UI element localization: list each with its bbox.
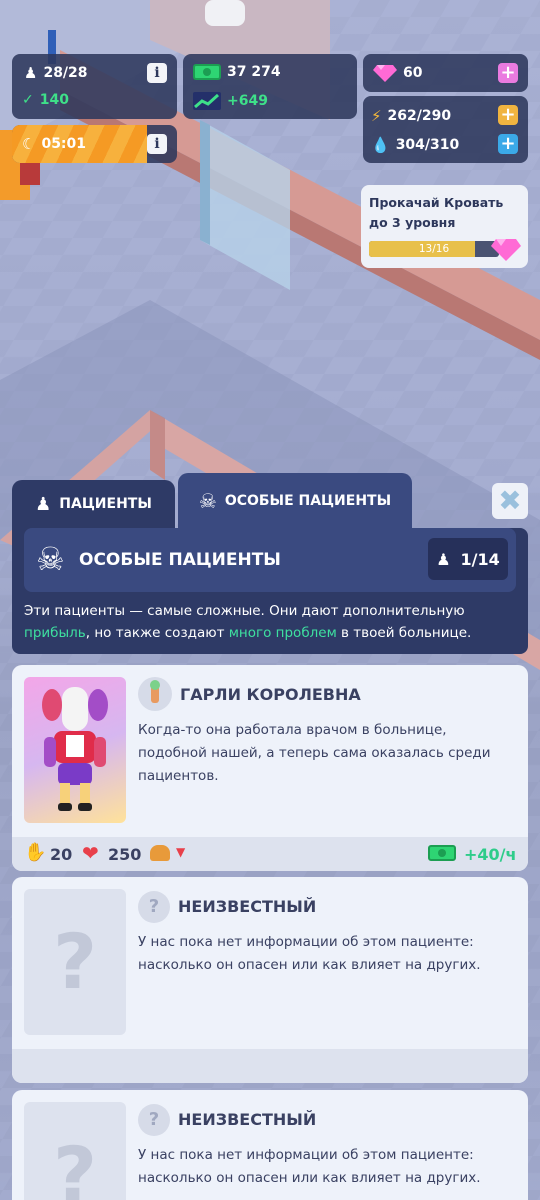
tab-special-label: ОСОБЫЕ ПАЦИЕНТЫ	[224, 492, 392, 509]
unknown-icon: ?	[138, 1104, 170, 1136]
income-value: +40/ч	[464, 845, 517, 864]
patient-card[interactable]: ГАРЛИ КОРОЛЕВНА Когда-то она работала вр…	[12, 665, 528, 871]
tab-special-patients[interactable]: ☠ ОСОБЫЕ ПАЦИЕНТЫ	[178, 473, 412, 528]
quest-card[interactable]: Прокачай Кровать до 3 уровня 13/16	[361, 185, 528, 268]
patient-icon: ♟	[24, 64, 38, 82]
header-title-bar: ☠ ОСОБЫЕ ПАЦИЕНТЫ ♟ 1/14	[24, 528, 516, 592]
money-row: 37 274	[193, 64, 281, 80]
timer-value: 05:01	[41, 136, 87, 152]
patients-count: 28/28	[43, 65, 88, 81]
event-timer-hud[interactable]: ☾ 05:01 i	[12, 125, 177, 163]
desc-text-1: Эти пациенты — самые сложные. Они дают д…	[24, 603, 465, 619]
resources-hud: ⚡ 262/290 💧 304/310 + +	[363, 96, 528, 163]
patients-count-row: ♟ 28/28	[24, 64, 88, 82]
stat-health-value: 250	[108, 845, 142, 864]
tab-patients-label: ПАЦИЕНТЫ	[59, 496, 152, 512]
arrow-down-icon: ▼	[176, 845, 186, 859]
buy-water-button[interactable]: +	[498, 134, 518, 154]
patient-name: НЕИЗВЕСТНЫЙ	[178, 897, 317, 916]
desc-highlight-profit: прибыль	[24, 625, 86, 641]
quest-progress-bar: 13/16	[369, 241, 499, 257]
patient-stats-bar	[12, 1049, 528, 1083]
doctor-icon	[138, 677, 172, 711]
patient-description: У нас пока нет информации об этом пациен…	[138, 1147, 481, 1186]
money-icon	[193, 64, 221, 80]
stat-claw-value: 20	[50, 845, 73, 864]
gems-value: 60	[403, 65, 423, 81]
quest-reward-gem-icon	[491, 239, 521, 261]
moon-icon: ☾	[22, 135, 36, 153]
special-count-badge: ♟ 1/14	[428, 538, 508, 580]
water-value: 304/310	[395, 137, 460, 153]
patient-description: Когда-то она работала врачом в больнице,…	[138, 722, 491, 784]
quest-progress-label: 13/16	[418, 243, 450, 255]
energy-value: 262/290	[387, 108, 452, 124]
tab-patients[interactable]: ♟ ПАЦИЕНТЫ	[12, 480, 175, 528]
money-value: 37 274	[227, 64, 281, 80]
patient-description: У нас пока нет информации об этом пациен…	[138, 934, 481, 973]
skull-large-icon: ☠	[36, 540, 65, 578]
quest-text: Прокачай Кровать до 3 уровня	[369, 195, 504, 230]
timer-row: ☾ 05:01	[22, 135, 86, 153]
money-hud: 37 274 +649	[183, 54, 357, 119]
staff-energy-value: 140	[39, 92, 69, 108]
patient-card[interactable]: ? ? НЕИЗВЕСТНЫЙ У нас пока нет информаци…	[12, 1090, 528, 1200]
skull-icon: ☠	[198, 488, 217, 513]
buy-gems-button[interactable]: +	[498, 63, 518, 83]
patient-portrait	[24, 677, 126, 823]
buy-energy-button[interactable]: +	[498, 105, 518, 125]
money-icon	[428, 845, 456, 861]
special-patients-header: ☠ ОСОБЫЕ ПАЦИЕНТЫ ♟ 1/14 Эти пациенты — …	[12, 528, 528, 654]
patient-name: НЕИЗВЕСТНЫЙ	[178, 1110, 317, 1129]
lightning-icon: ⚡	[371, 107, 382, 125]
unknown-portrait: ?	[24, 1102, 126, 1200]
money-rate-value: +649	[227, 93, 268, 109]
special-count: 1/14	[460, 549, 500, 569]
timer-info-button[interactable]: i	[147, 134, 167, 154]
patient-stats-bar: ✋ 20 ❤ 250 ▼ +40/ч	[12, 837, 528, 871]
income-chart-icon	[193, 92, 221, 110]
unknown-portrait: ?	[24, 889, 126, 1035]
gem-icon	[373, 65, 397, 82]
desc-text-3: в твоей больнице.	[336, 625, 472, 641]
patient-bust-icon: ♟	[35, 493, 52, 515]
close-icon: ✖	[498, 484, 522, 517]
energy-row: ⚡ 262/290	[371, 107, 451, 125]
running-person-icon: ✓	[22, 92, 34, 108]
burger-icon	[150, 845, 170, 861]
water-drop-icon: 💧	[371, 136, 390, 154]
close-button[interactable]: ✖	[492, 483, 528, 519]
patients-info-button[interactable]: i	[147, 63, 167, 83]
header-title: ОСОБЫЕ ПАЦИЕНТЫ	[79, 550, 281, 570]
money-rate-row: +649	[193, 92, 268, 110]
desc-highlight-problems: много проблем	[228, 625, 337, 641]
patient-card[interactable]: ? ? НЕИЗВЕСТНЫЙ У нас пока нет информаци…	[12, 877, 528, 1083]
gems-row: 60	[373, 64, 422, 82]
question-mark-icon: ?	[52, 917, 98, 1006]
patient-icon: ♟	[436, 549, 451, 569]
question-mark-icon: ?	[52, 1130, 98, 1200]
unknown-icon: ?	[138, 891, 170, 923]
claw-icon: ✋	[24, 842, 47, 863]
heart-icon: ❤	[82, 841, 99, 865]
harley-character-illustration	[42, 687, 108, 811]
patients-hud: ♟ 28/28 ✓ 140 i	[12, 54, 177, 119]
water-row: 💧 304/310	[371, 136, 459, 154]
staff-energy-row: ✓ 140	[22, 92, 69, 108]
gems-hud: 60 +	[363, 54, 528, 92]
header-description: Эти пациенты — самые сложные. Они дают д…	[24, 600, 520, 644]
desc-text-2: , но также создают	[85, 625, 229, 641]
patient-name: ГАРЛИ КОРОЛЕВНА	[180, 685, 361, 704]
